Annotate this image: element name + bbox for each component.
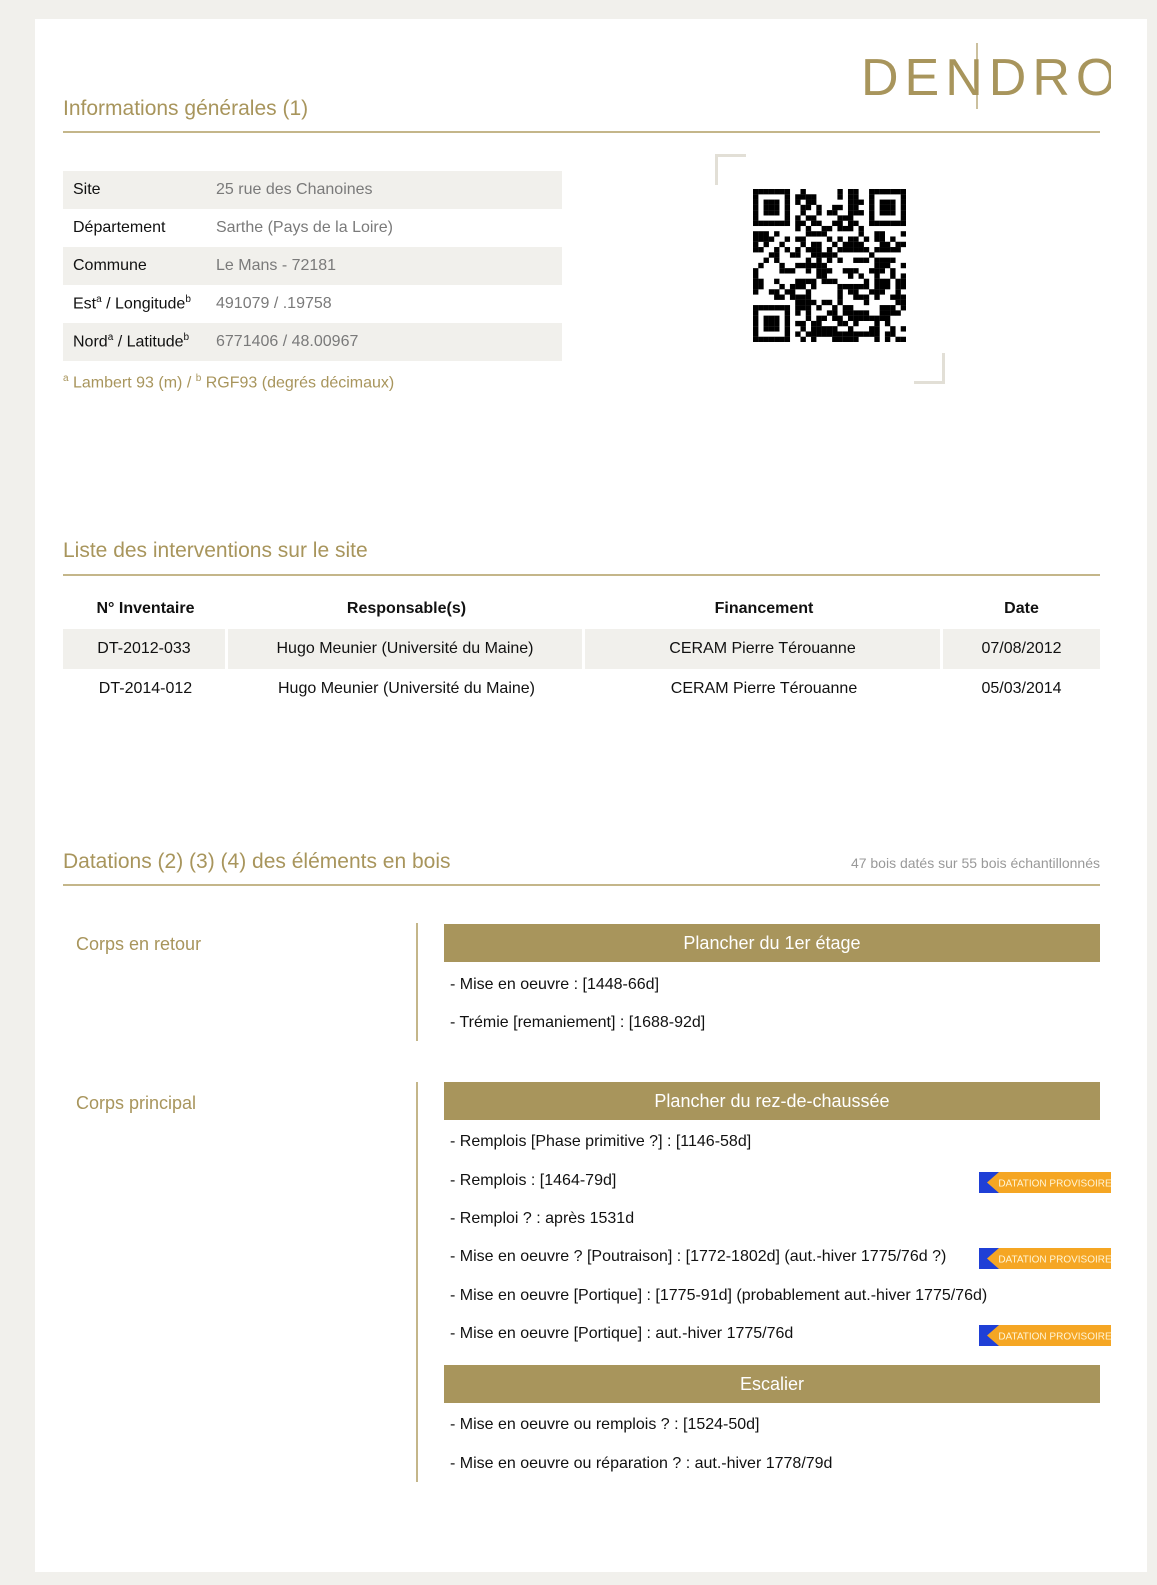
- section-bar: Escalier: [444, 1365, 1100, 1403]
- sample-count: 47 bois datés sur 55 bois échantillonnés: [850, 855, 1100, 871]
- column-header: Date: [1004, 600, 1039, 617]
- dating-item: - Remplois [Phase primitive ?] : [1146-5…: [450, 1133, 752, 1150]
- section-bar: Plancher du 1er étage: [444, 924, 1100, 962]
- site-info-table: Site 25 rue des Chanoines Département Sa…: [63, 171, 562, 361]
- coordinates-footnote: a Lambert 93 (m) / b RGF93 (degrés décim…: [63, 373, 395, 392]
- table-cell: 07/08/2012: [943, 629, 1100, 669]
- info-row-nord: Norda / Latitudeb 6771406 / 48.00967: [63, 323, 562, 361]
- svg-text:DATATION PROVISOIRE: DATATION PROVISOIRE: [998, 1255, 1111, 1266]
- column-header: Financement: [714, 600, 814, 617]
- info-value: 491079 / .19758: [216, 295, 332, 312]
- section-bar: Plancher du rez-de-chaussée: [444, 1082, 1100, 1120]
- info-row-est: Esta / Longitudeb 491079 / .19758: [63, 285, 562, 323]
- table-cell: CERAM Pierre Térouanne: [670, 680, 858, 697]
- svg-text:DATATION PROVISOIRE: DATATION PROVISOIRE: [998, 1179, 1111, 1190]
- table-row: DT-2012-033 Hugo Meunier (Université du …: [63, 629, 1100, 669]
- datations-rule: [63, 884, 1100, 886]
- table-cell: Hugo Meunier (Université du Maine): [278, 680, 535, 697]
- interventions-rule: [63, 574, 1100, 576]
- dendrotech-logo: DENDROTECH: [861, 43, 1111, 109]
- general-info-rule: [63, 131, 1100, 133]
- table-cell: 05/03/2014: [981, 680, 1062, 697]
- dating-item: - Remplois : [1464-79d]: [450, 1172, 617, 1189]
- column-header: N° Inventaire: [96, 600, 195, 617]
- info-row-site: Site 25 rue des Chanoines: [63, 171, 562, 209]
- info-key: Département: [73, 219, 166, 236]
- qr-code-image: [753, 189, 906, 342]
- datations-title: Datations (2) (3) (4) des éléments en bo…: [63, 850, 451, 873]
- info-key: Norda / Latitudeb: [63, 323, 206, 361]
- interventions-title: Liste des interventions sur le site: [63, 539, 368, 562]
- table-cell: Hugo Meunier (Université du Maine): [228, 629, 585, 669]
- qr-code[interactable]: [715, 154, 945, 384]
- svg-text:DATATION PROVISOIRE: DATATION PROVISOIRE: [998, 1332, 1111, 1343]
- info-key: Esta / Longitudeb: [73, 294, 191, 313]
- group-divider: [416, 1082, 418, 1482]
- provisional-dating-badge: DATATION PROVISOIRE: [979, 1172, 1111, 1193]
- info-value: Sarthe (Pays de la Loire): [216, 219, 393, 236]
- dating-item: - Mise en oeuvre [Portique] : aut.-hiver…: [450, 1325, 794, 1342]
- table-cell: CERAM Pierre Térouanne: [585, 629, 943, 669]
- table-cell: DT-2012-033: [63, 629, 228, 669]
- dating-item: - Trémie [remaniement] : [1688-92d]: [450, 1014, 706, 1031]
- group-label-corps-principal: Corps principal: [76, 1093, 197, 1113]
- dating-item: - Mise en oeuvre ou réparation ? : aut.-…: [450, 1455, 833, 1472]
- info-value: 6771406 / 48.00967: [206, 323, 562, 361]
- column-header: Responsable(s): [346, 600, 467, 617]
- dating-item: - Mise en oeuvre [Portique] : [1775-91d]…: [450, 1287, 988, 1304]
- dating-item: - Remploi ? : après 1531d: [450, 1210, 635, 1227]
- page: DENDROTECH Informations générales (1) Si…: [35, 19, 1147, 1572]
- info-key: Site: [63, 171, 206, 209]
- dating-item: - Mise en oeuvre : [1448-66d]: [450, 976, 660, 993]
- logo-text: DENDROTECH: [861, 49, 1111, 107]
- dating-item: - Mise en oeuvre ou remplois ? : [1524-5…: [450, 1416, 760, 1433]
- general-info-title: Informations générales (1): [63, 97, 309, 120]
- info-row-commune: Commune Le Mans - 72181: [63, 247, 562, 285]
- dating-item: - Mise en oeuvre ? [Poutraison] : [1772-…: [450, 1248, 947, 1265]
- table-cell: DT-2014-012: [98, 680, 193, 697]
- provisional-dating-badge: DATATION PROVISOIRE: [979, 1248, 1111, 1269]
- provisional-dating-badge: DATATION PROVISOIRE: [979, 1325, 1111, 1346]
- info-row-departement: Département Sarthe (Pays de la Loire): [63, 209, 562, 247]
- table-row: DT-2014-012 Hugo Meunier (Université du …: [63, 669, 1100, 709]
- info-key: Commune: [63, 247, 206, 285]
- group-label-corps-en-retour: Corps en retour: [76, 934, 202, 954]
- group-divider: [416, 923, 418, 1041]
- info-value: Le Mans - 72181: [206, 247, 562, 285]
- info-value: 25 rue des Chanoines: [206, 171, 562, 209]
- table-header: N° Inventaire Responsable(s) Financement…: [63, 589, 1100, 629]
- interventions-table: N° Inventaire Responsable(s) Financement…: [63, 589, 1100, 709]
